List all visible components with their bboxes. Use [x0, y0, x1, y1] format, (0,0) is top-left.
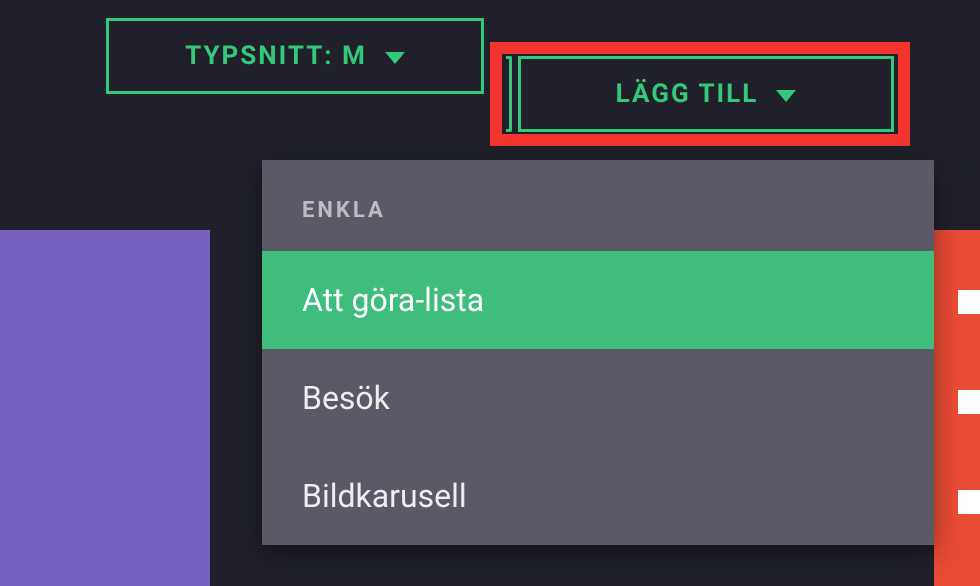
caret-down-icon — [385, 52, 405, 64]
lagg-till-dropdown-button[interactable]: LÄGG TILL — [518, 56, 894, 132]
dropdown-item[interactable]: Att göra-lista — [262, 251, 934, 349]
background-card-purple — [0, 230, 210, 586]
dropdown-item[interactable]: Besök — [262, 349, 934, 447]
decorative-stripe — [958, 490, 980, 514]
typsnitt-label: TYPSNITT: M — [185, 41, 367, 71]
background-card-red — [934, 230, 980, 586]
decorative-stripe — [958, 290, 980, 314]
prev-button-edge — [506, 56, 512, 132]
decorative-stripe — [958, 390, 980, 414]
dropdown-section-heading: ENKLA — [262, 160, 934, 251]
dropdown-item[interactable]: Bildkarusell — [262, 447, 934, 545]
caret-down-icon — [776, 90, 796, 102]
lagg-till-highlight-box: LÄGG TILL — [490, 42, 910, 146]
lagg-till-label: LÄGG TILL — [616, 79, 759, 109]
typsnitt-dropdown-button[interactable]: TYPSNITT: M — [106, 18, 484, 94]
lagg-till-dropdown-menu: ENKLA Att göra-listaBesökBildkarusell — [262, 160, 934, 545]
